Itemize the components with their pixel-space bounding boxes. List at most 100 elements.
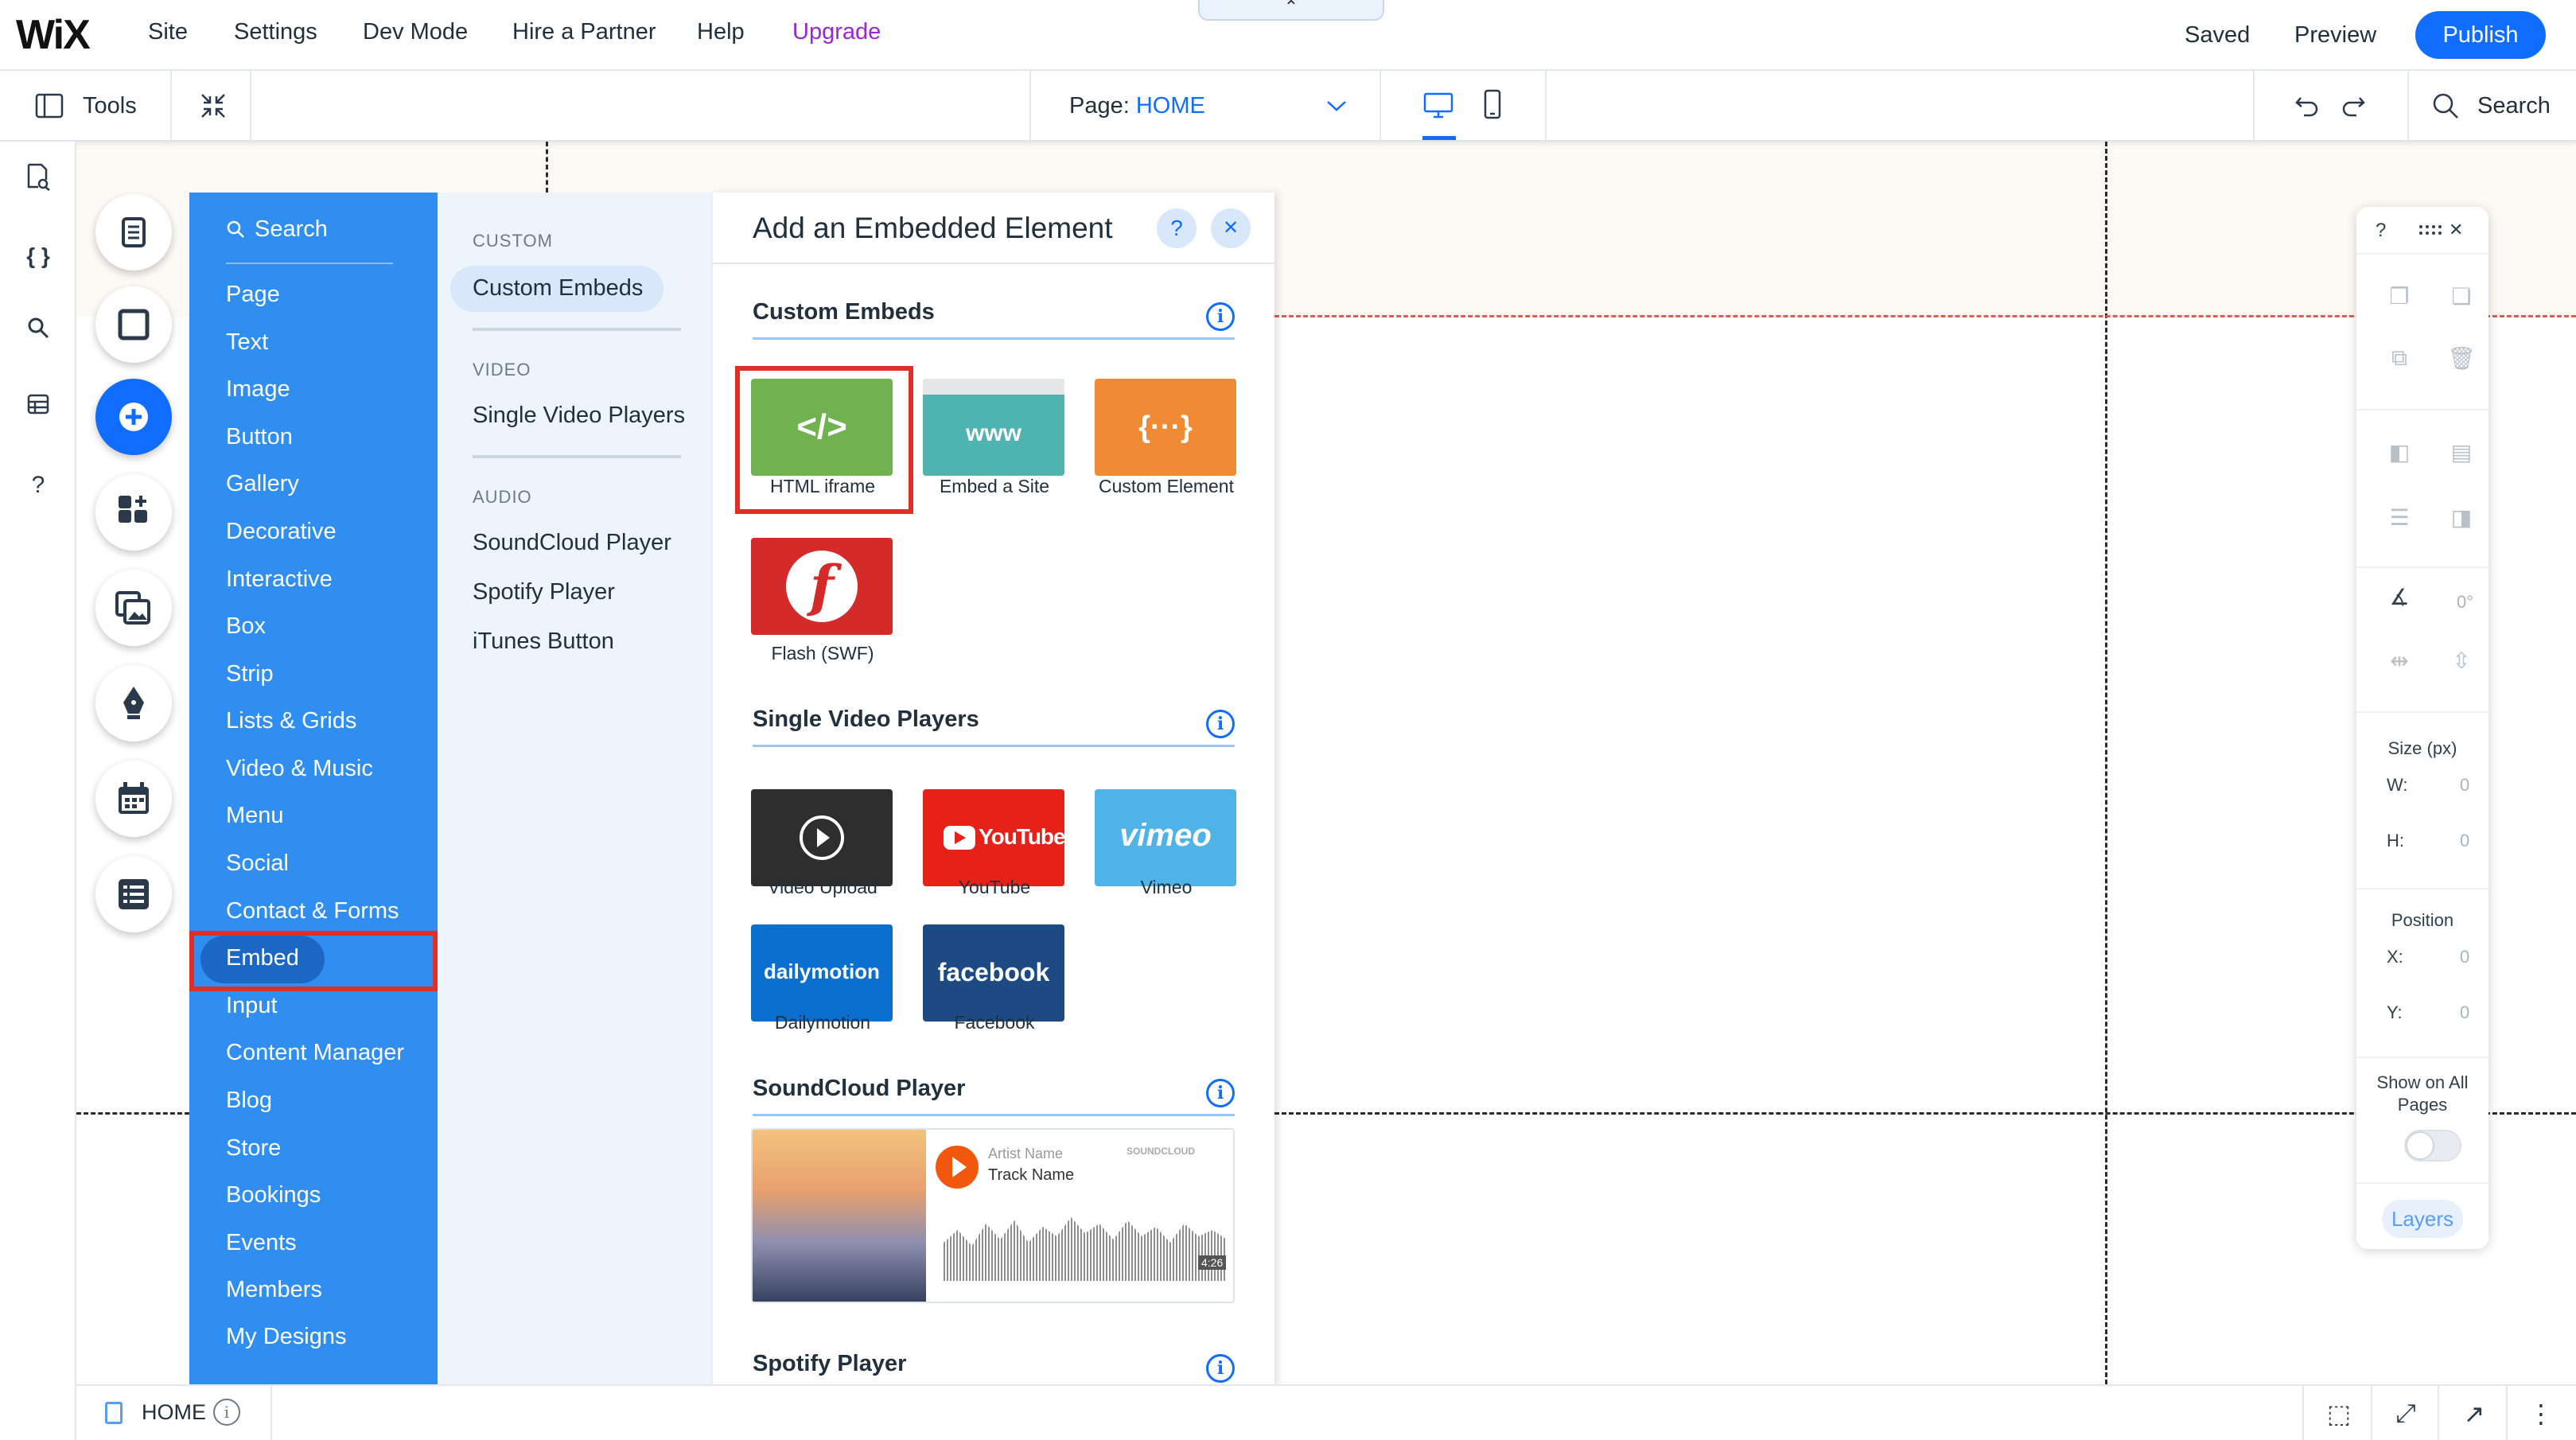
custom-element-tile[interactable]: {···} [1095, 379, 1236, 476]
flip-horizontal-icon[interactable]: ⇹ [2383, 648, 2415, 674]
match-size-icon[interactable]: ◨ [2446, 504, 2477, 531]
info-icon[interactable]: i [1206, 302, 1235, 331]
mobile-view-icon[interactable] [1483, 88, 1502, 120]
menu-site[interactable]: Site [148, 19, 188, 45]
rotate-icon[interactable]: ∡ [2383, 584, 2415, 610]
tools-panel-icon[interactable] [35, 93, 64, 119]
help-button[interactable]: ? [2376, 220, 2386, 242]
subcategory-spotify[interactable]: Spotify Player [473, 579, 615, 605]
more-icon[interactable]: ⋮ [2525, 1399, 2557, 1429]
x-value[interactable]: 0 [2460, 947, 2469, 967]
add-elements-button[interactable] [95, 379, 172, 455]
chevron-down-icon[interactable] [1325, 98, 1348, 114]
redo-icon[interactable] [2341, 93, 2366, 119]
close-button[interactable]: ✕ [2449, 220, 2463, 240]
menu-upgrade[interactable]: Upgrade [792, 19, 881, 45]
current-page-label[interactable]: HOME [142, 1400, 206, 1425]
media-button[interactable] [95, 570, 172, 646]
vimeo-tile[interactable]: vimeo [1095, 789, 1236, 886]
embed-site-label[interactable]: Embed a Site [907, 476, 1082, 497]
add-apps-button[interactable] [95, 474, 172, 551]
menu-settings[interactable]: Settings [234, 19, 317, 45]
y-value[interactable]: 0 [2460, 1002, 2469, 1023]
select-area-icon[interactable]: ⬚ [2323, 1399, 2355, 1429]
arrow-up-right-icon[interactable]: ↗ [2458, 1399, 2490, 1429]
expand-icon[interactable]: ⤢ [2390, 1399, 2422, 1429]
wix-logo[interactable]: WiX [16, 11, 91, 59]
arrange-icon[interactable]: ◧ [2383, 439, 2415, 465]
width-value[interactable]: 0 [2460, 775, 2469, 796]
subcategory-single-video-players[interactable]: Single Video Players [473, 403, 685, 429]
copy-icon[interactable]: ❐ [2383, 283, 2415, 309]
code-icon[interactable]: { } [21, 239, 56, 274]
subcategory-soundcloud[interactable]: SoundCloud Player [473, 530, 671, 556]
cms-button[interactable] [95, 856, 172, 932]
zoom-out-icon[interactable] [199, 91, 228, 120]
menu-help[interactable]: Help [697, 19, 745, 45]
layers-button[interactable]: Layers [2382, 1200, 2463, 1238]
tools-button[interactable]: Tools [83, 93, 137, 119]
delete-icon[interactable]: 🗑 [2446, 345, 2477, 372]
category-text[interactable]: Text [226, 329, 268, 356]
youtube-label[interactable]: YouTube [907, 877, 1082, 898]
dailymotion-label[interactable]: Dailymotion [735, 1012, 910, 1033]
desktop-view-icon[interactable] [1422, 91, 1454, 120]
category-events[interactable]: Events [226, 1230, 297, 1256]
category-video-music[interactable]: Video & Music [226, 756, 373, 782]
undo-icon[interactable] [2294, 93, 2320, 119]
category-social[interactable]: Social [226, 850, 289, 877]
database-icon[interactable] [21, 391, 56, 426]
search-icon[interactable] [2431, 91, 2460, 120]
preview-button[interactable]: Preview [2294, 22, 2376, 49]
category-content-manager[interactable]: Content Manager [226, 1040, 404, 1066]
site-design-button[interactable] [95, 286, 172, 363]
youtube-tile[interactable]: YouTube [923, 789, 1064, 886]
category-search-input[interactable]: Search [255, 216, 328, 243]
category-input[interactable]: Input [226, 993, 278, 1019]
subcategory-custom-embeds[interactable]: Custom Embeds [473, 275, 643, 302]
menus-pages-button[interactable] [95, 194, 172, 270]
search-icon[interactable] [21, 315, 56, 350]
video-upload-label[interactable]: Video Upload [735, 877, 910, 898]
category-page[interactable]: Page [226, 282, 280, 308]
category-store[interactable]: Store [226, 1135, 281, 1162]
info-icon[interactable]: i [1206, 710, 1235, 738]
blog-button[interactable] [95, 665, 172, 741]
category-my-designs[interactable]: My Designs [226, 1324, 347, 1350]
collapse-toolbar-tab[interactable]: ⌃ [1198, 0, 1384, 21]
facebook-label[interactable]: Facebook [907, 1012, 1082, 1033]
align-icon[interactable]: ▤ [2446, 439, 2477, 465]
publish-button[interactable]: Publish [2415, 11, 2546, 59]
search-button[interactable]: Search [2477, 93, 2551, 119]
height-value[interactable]: 0 [2460, 831, 2469, 851]
help-button[interactable]: ? [1157, 208, 1197, 248]
page-selector[interactable]: Page: HOME [1069, 93, 1205, 119]
category-contact-forms[interactable]: Contact & Forms [226, 898, 399, 924]
menu-dev-mode[interactable]: Dev Mode [363, 19, 468, 45]
category-interactive[interactable]: Interactive [226, 566, 333, 593]
info-icon[interactable]: i [213, 1399, 240, 1426]
category-gallery[interactable]: Gallery [226, 471, 299, 497]
rotation-value[interactable]: 0° [2457, 592, 2473, 613]
menu-hire-partner[interactable]: Hire a Partner [512, 19, 656, 45]
distribute-icon[interactable]: ☰ [2383, 504, 2415, 531]
flash-label[interactable]: Flash (SWF) [735, 643, 910, 664]
category-lists-grids[interactable]: Lists & Grids [226, 708, 356, 734]
category-image[interactable]: Image [226, 376, 290, 403]
close-button[interactable]: ✕ [1211, 208, 1251, 248]
category-bookings[interactable]: Bookings [226, 1182, 321, 1208]
subcategory-itunes[interactable]: iTunes Button [473, 629, 614, 655]
video-upload-tile[interactable] [751, 789, 893, 886]
category-button[interactable]: Button [226, 424, 293, 450]
embed-site-tile[interactable]: www [923, 379, 1064, 476]
vimeo-label[interactable]: Vimeo [1079, 877, 1254, 898]
paste-icon[interactable]: ❏ [2446, 283, 2477, 309]
help-icon[interactable]: ? [21, 468, 56, 503]
category-menu[interactable]: Menu [226, 803, 284, 829]
pages-icon[interactable] [21, 162, 56, 197]
category-strip[interactable]: Strip [226, 661, 274, 687]
soundcloud-player-tile[interactable]: Artist Name Track Name SOUNDCLOUD 4:26 [751, 1128, 1235, 1303]
category-box[interactable]: Box [226, 613, 266, 640]
facebook-tile[interactable]: facebook [923, 924, 1064, 1022]
bookings-button[interactable] [95, 761, 172, 837]
